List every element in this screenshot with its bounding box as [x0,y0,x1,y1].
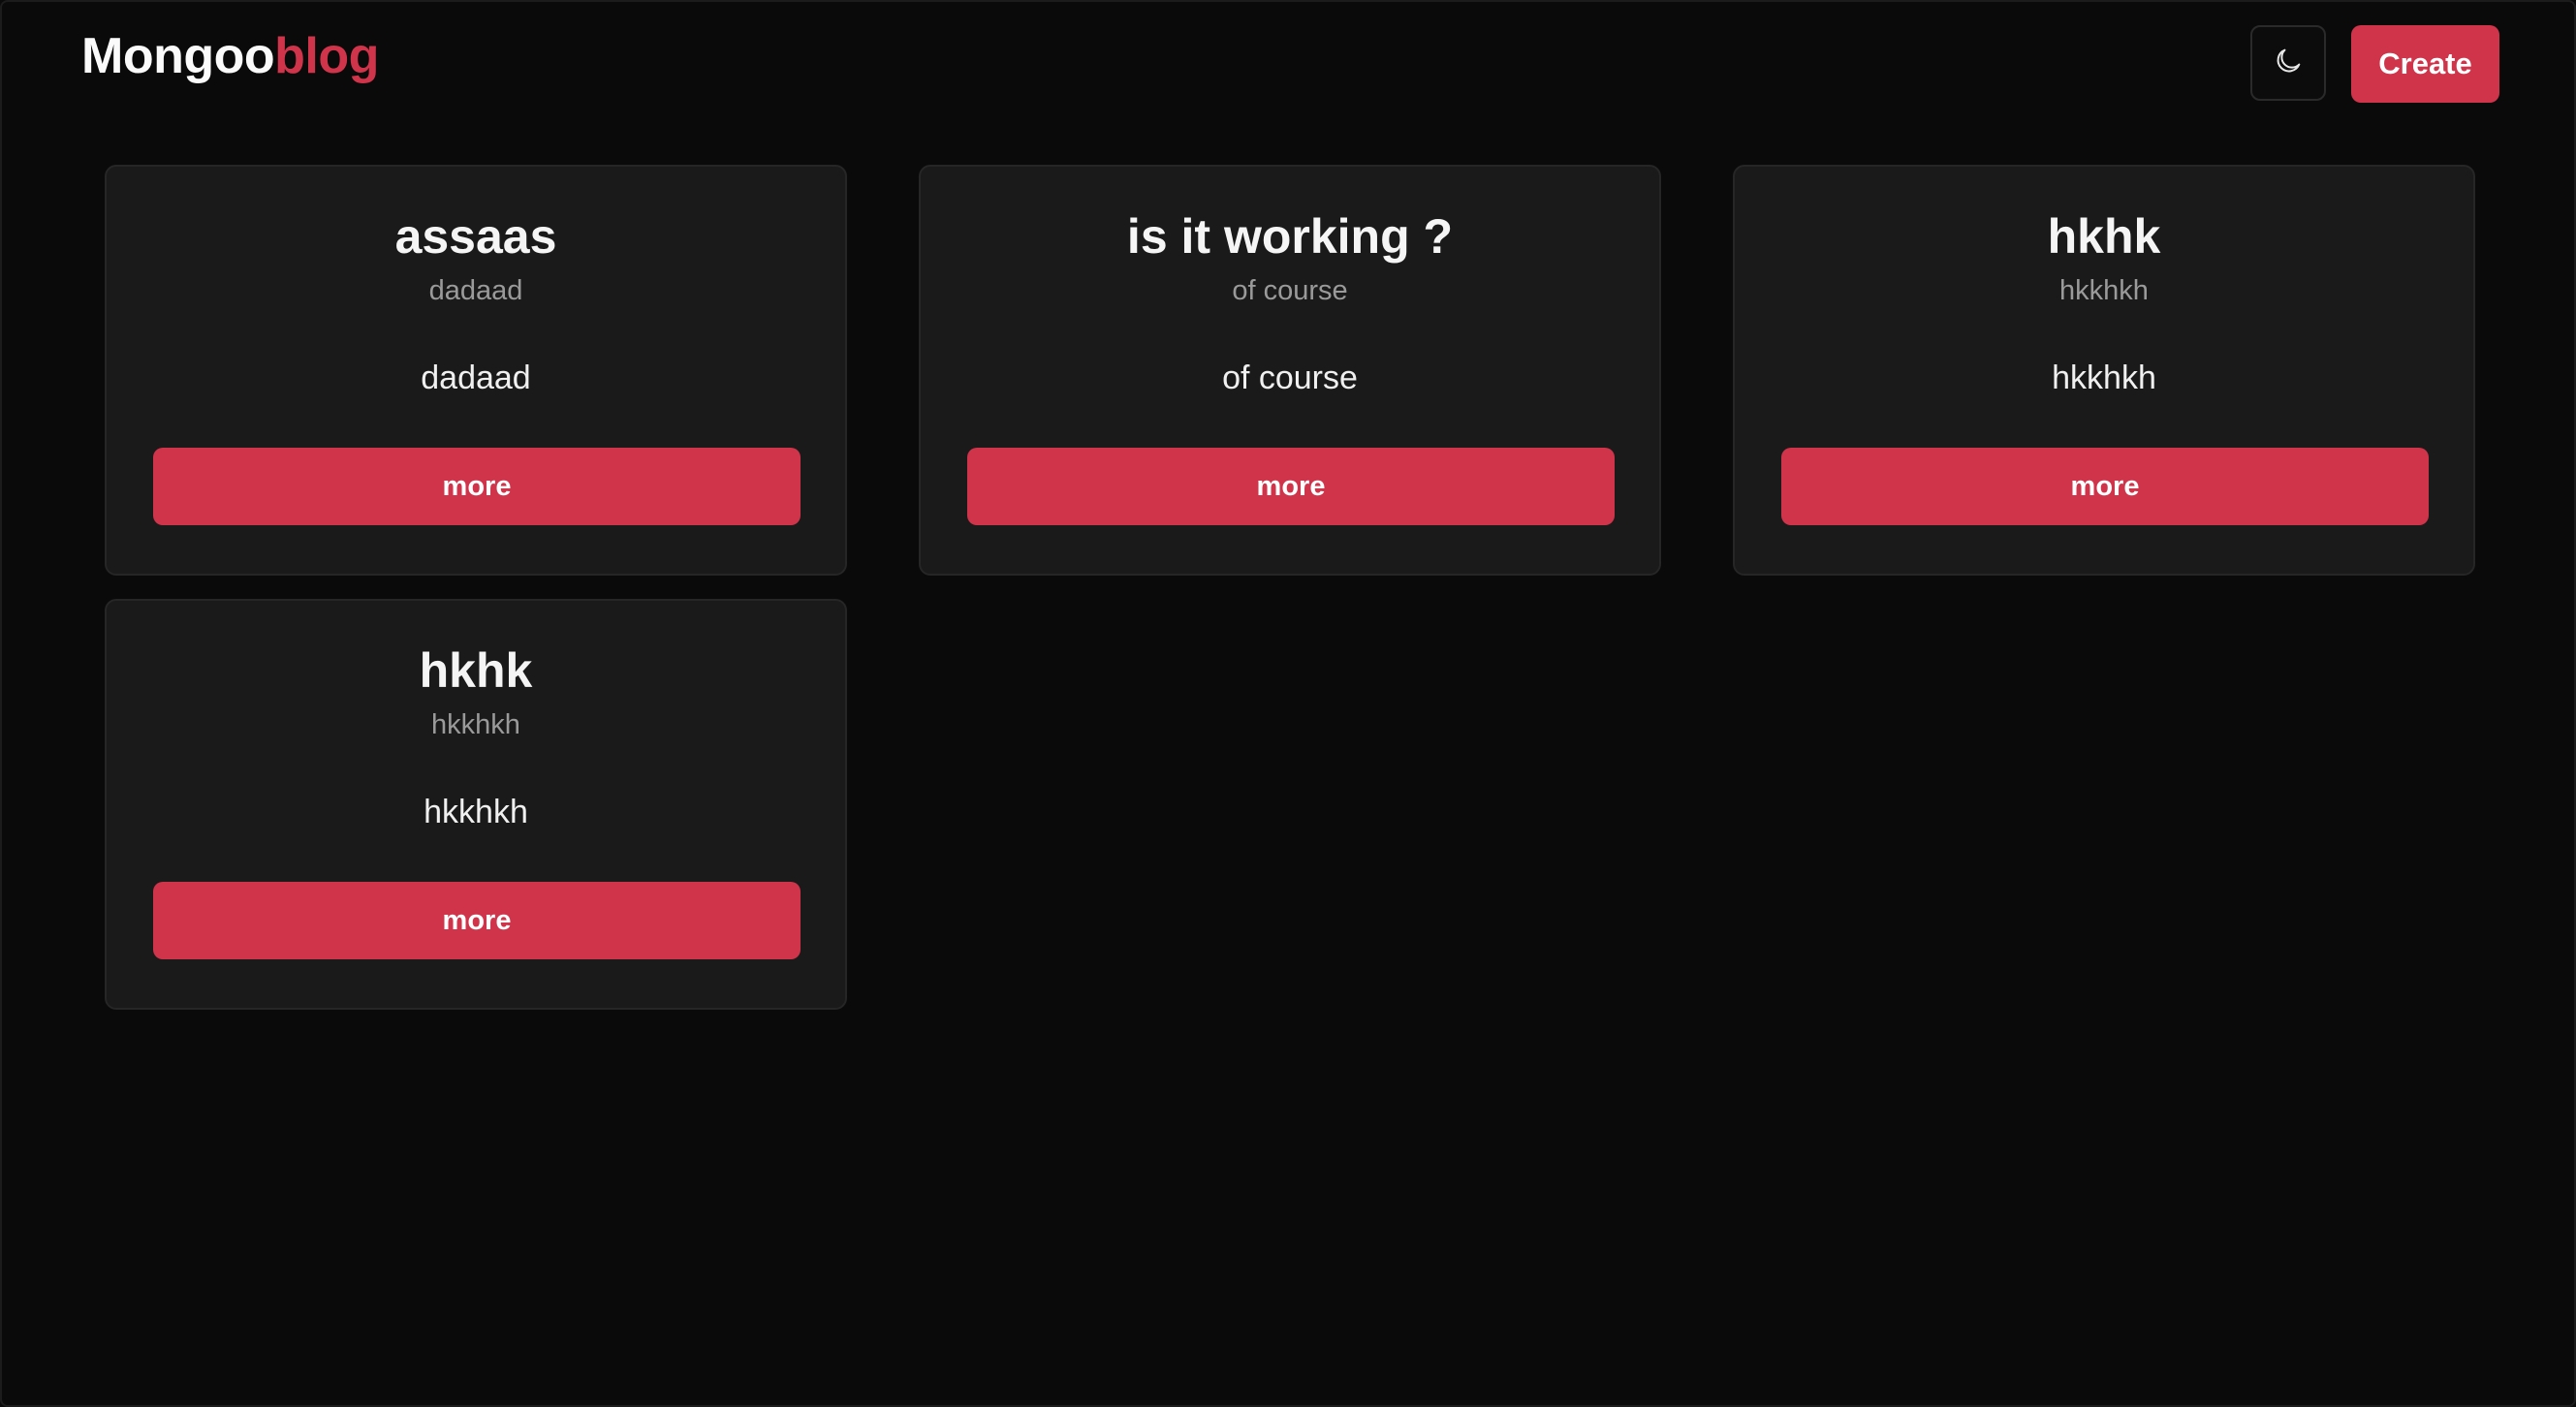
post-body: hkkhkh [2052,360,2156,396]
post-card: hkhk hkkhkh hkkhkh more [105,599,847,1010]
post-title: hkhk [2047,209,2161,264]
logo-text-primary: Mongoo [81,28,275,84]
more-button[interactable]: more [967,448,1615,525]
post-card: hkhk hkkhkh hkkhkh more [1733,165,2475,576]
post-card: assaas dadaad dadaad more [105,165,847,576]
post-title: assaas [394,209,557,264]
more-button[interactable]: more [153,882,801,959]
post-title: is it working ? [1126,209,1454,264]
post-body: of course [1222,360,1358,396]
app-window: Mongooblog Create assaas dadaad dadaad m… [0,0,2576,1407]
theme-toggle-button[interactable] [2250,25,2326,101]
post-subtitle: of course [1232,275,1348,306]
logo-text-accent: blog [274,28,379,84]
post-card: is it working ? of course of course more [919,165,1661,576]
post-body: hkkhkh [424,794,528,830]
more-button[interactable]: more [1781,448,2429,525]
post-subtitle: dadaad [428,275,523,306]
more-button[interactable]: more [153,448,801,525]
create-button[interactable]: Create [2351,25,2499,103]
post-subtitle: hkkhkh [2059,275,2149,306]
moon-icon [2272,45,2305,82]
post-body: dadaad [421,360,531,396]
post-subtitle: hkkhkh [431,709,520,740]
post-title: hkhk [419,643,533,698]
site-logo[interactable]: Mongooblog [81,23,379,89]
